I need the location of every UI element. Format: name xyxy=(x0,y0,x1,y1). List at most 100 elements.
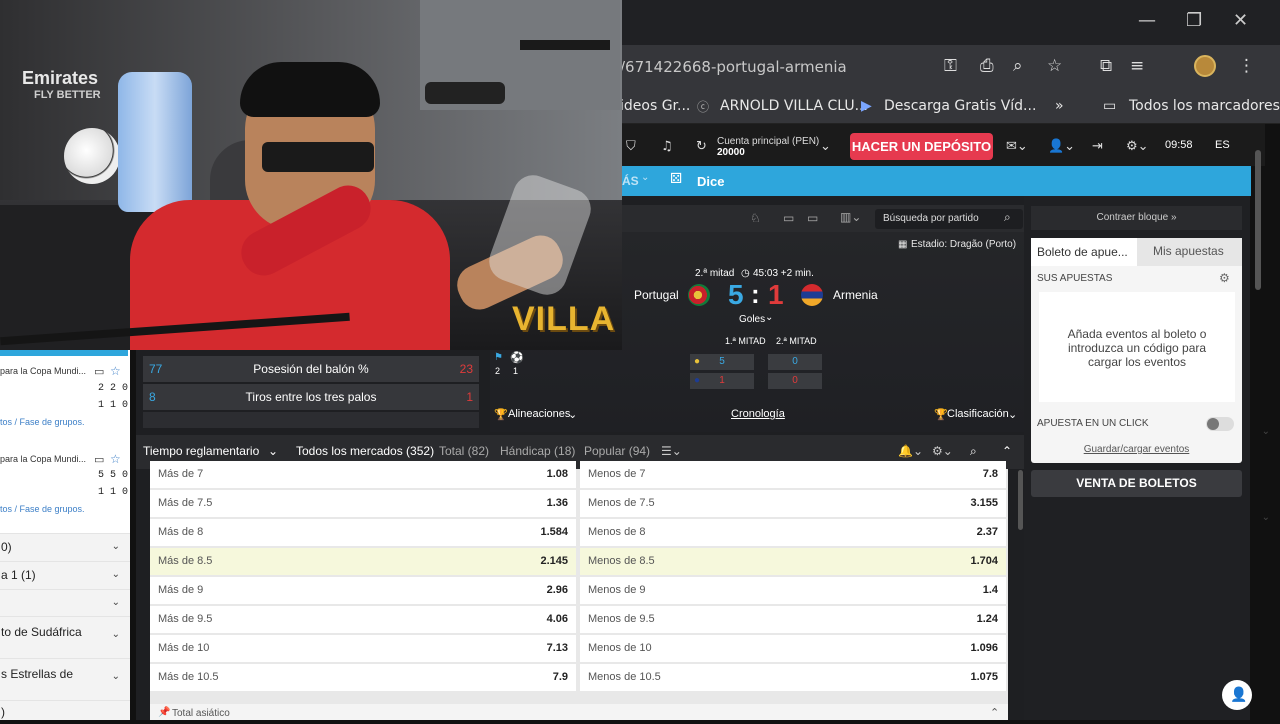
odds-cell-over[interactable]: Más de 7.5 1.36 xyxy=(150,490,576,517)
mail-icon[interactable]: ✉⌄ xyxy=(1006,139,1028,154)
key-icon[interactable]: ⚿ xyxy=(944,56,957,76)
minimize-icon[interactable]: — xyxy=(1138,10,1156,31)
tv-icon[interactable]: ▭ xyxy=(94,453,104,466)
list-menu-icon[interactable]: ☰⌄ xyxy=(661,444,682,458)
chevron-down-icon[interactable]: ⌄ xyxy=(765,312,773,323)
page-scrollbar[interactable] xyxy=(1255,150,1261,290)
tab-popular[interactable]: Popular (94) xyxy=(584,444,650,458)
chat-button[interactable]: 👤 xyxy=(1222,680,1252,710)
collapse-block-button[interactable]: Contraer bloque » xyxy=(1031,206,1242,230)
search-icon[interactable]: ⌕ xyxy=(1004,210,1011,225)
pin-icon[interactable]: 📌 xyxy=(158,707,170,718)
bookmark-videos[interactable]: ideos Gr... xyxy=(620,98,690,114)
tv-icon[interactable]: ▭ xyxy=(807,211,818,225)
settings-icon[interactable]: ⚙⌄ xyxy=(1126,139,1149,154)
standings-link[interactable]: Clasificación xyxy=(947,408,1009,420)
chevron-down-icon[interactable]: ⌄ xyxy=(1008,408,1017,421)
collapse-icon[interactable]: ⌃ xyxy=(1002,444,1012,458)
account-label[interactable]: Cuenta principal (PEN) xyxy=(717,136,819,147)
odds-cell-over[interactable]: Más de 8.5 2.145 xyxy=(150,548,576,575)
sidebar-league-row[interactable]: ) xyxy=(0,700,130,720)
period-selector[interactable]: Tiempo reglamentario xyxy=(143,444,259,458)
favorite-star-icon[interactable]: ☆ xyxy=(110,364,121,378)
save-load-events-link[interactable]: Guardar/cargar eventos xyxy=(1031,444,1242,455)
menu-icon[interactable]: ⋮ xyxy=(1238,56,1255,76)
settings-icon[interactable]: ⚙⌄ xyxy=(932,444,953,458)
match-search-input[interactable]: Búsqueda por partido xyxy=(875,209,1023,229)
url-text[interactable]: /671422668-portugal-armenia xyxy=(620,58,847,76)
language-selector[interactable]: ES xyxy=(1215,139,1230,151)
profile-avatar[interactable] xyxy=(1194,55,1216,77)
star-icon[interactable]: ☆ xyxy=(1047,56,1062,76)
extensions-icon[interactable]: ⧉ xyxy=(1100,56,1112,76)
goals-dropdown[interactable]: Goles xyxy=(739,314,765,325)
sell-tickets-button[interactable]: VENTA DE BOLETOS xyxy=(1031,470,1242,497)
account-chevron-icon[interactable]: ⌄ xyxy=(820,139,831,154)
restore-icon[interactable]: ❐ xyxy=(1186,10,1202,31)
odds-cell-under[interactable]: Menos de 7.5 3.155 xyxy=(580,490,1006,517)
sidebar-league-row[interactable]: to de Sudáfrica ⌄ xyxy=(0,616,130,658)
sidebar-league-row[interactable]: 0) ⌄ xyxy=(0,533,130,561)
odds-cell-over[interactable]: Más de 10.5 7.9 xyxy=(150,664,576,691)
chevron-down-icon[interactable]: ⌄ xyxy=(268,444,278,458)
sidebar-breadcrumb[interactable]: tos / Fase de grupos. xyxy=(0,417,85,427)
tab-total[interactable]: Total (82) xyxy=(439,444,489,458)
media-icon[interactable]: ≡ xyxy=(1130,56,1144,76)
install-icon[interactable]: ⎙ xyxy=(980,56,994,76)
chevron-down-icon[interactable]: ⌄ xyxy=(568,408,577,421)
timeline-link[interactable]: Cronología xyxy=(731,408,785,420)
account-balance[interactable]: 20000 xyxy=(717,147,745,158)
sidebar-event-title[interactable]: para la Copa Mundi... xyxy=(0,454,88,464)
zoom-icon[interactable]: ⌕ xyxy=(1013,56,1023,76)
sidebar-event-title[interactable]: para la Copa Mundi... xyxy=(0,366,88,376)
bookmark-arnold-villa[interactable]: ARNOLD VILLA CLU... xyxy=(720,98,868,114)
bookmark-descarga[interactable]: Descarga Gratis Víd... xyxy=(884,98,1036,114)
section-asian-total[interactable]: Total asiático xyxy=(150,704,1008,720)
chevron-down-icon[interactable]: ⌄ xyxy=(1262,426,1270,437)
one-click-toggle[interactable] xyxy=(1206,417,1234,431)
tab-all-markets[interactable]: Todos los mercados (352) xyxy=(296,444,434,458)
odds-cell-under[interactable]: Menos de 10 1.096 xyxy=(580,635,1006,662)
odds-cell-under[interactable]: Menos de 7 7.8 xyxy=(580,461,1006,488)
stats-chart-icon[interactable]: ▥⌄ xyxy=(840,210,861,224)
chevron-down-icon[interactable]: ⌄ xyxy=(1262,512,1270,523)
tab-handicap[interactable]: Hándicap (18) xyxy=(500,444,575,458)
chevron-up-icon[interactable]: ⌃ xyxy=(990,706,999,719)
lineups-link[interactable]: Alineaciones xyxy=(508,408,570,420)
bookmark-all[interactable]: Todos los marcadores xyxy=(1129,98,1280,114)
gear-icon[interactable]: ⚙ xyxy=(1219,271,1230,285)
bookmarks-overflow[interactable]: » xyxy=(1055,98,1064,114)
odds-cell-over[interactable]: Más de 8 1.584 xyxy=(150,519,576,546)
sidebar-breadcrumb[interactable]: tos / Fase de grupos. xyxy=(0,504,85,514)
search-icon[interactable]: ⌕ xyxy=(970,444,977,459)
close-icon[interactable]: ✕ xyxy=(1233,10,1248,31)
sidebar-league-row[interactable]: a 1 (1) ⌄ xyxy=(0,561,130,589)
bell-icon[interactable]: ♫ xyxy=(661,139,673,154)
refresh-icon[interactable]: ↻ xyxy=(696,139,707,154)
sidebar-league-row[interactable]: ⌄ xyxy=(0,589,130,616)
gift-icon[interactable]: ⛉ xyxy=(626,139,636,154)
odds-cell-under[interactable]: Menos de 8 2.37 xyxy=(580,519,1006,546)
odds-cell-over[interactable]: Más de 9 2.96 xyxy=(150,577,576,604)
nav-dice[interactable]: Dice xyxy=(697,174,724,189)
odds-cell-over[interactable]: Más de 10 7.13 xyxy=(150,635,576,662)
stream-icon[interactable]: ♘ xyxy=(750,211,761,225)
favorite-star-icon[interactable]: ☆ xyxy=(110,452,121,466)
user-icon[interactable]: 👤⌄ xyxy=(1048,139,1075,154)
nav-more[interactable]: ÁS xyxy=(622,174,639,188)
clock-time[interactable]: 09:58 xyxy=(1165,139,1193,151)
tv-icon[interactable]: ▭ xyxy=(94,365,104,378)
tab-betslip[interactable]: Boleto de apue... xyxy=(1031,238,1137,266)
odds-cell-under[interactable]: Menos de 10.5 1.075 xyxy=(580,664,1006,691)
tab-my-bets[interactable]: Mis apuestas xyxy=(1153,244,1224,258)
odds-cell-over[interactable]: Más de 7 1.08 xyxy=(150,461,576,488)
odds-cell-under[interactable]: Menos de 9 1.4 xyxy=(580,577,1006,604)
market-scrollbar[interactable] xyxy=(1018,470,1023,530)
odds-cell-over[interactable]: Más de 9.5 4.06 xyxy=(150,606,576,633)
deposit-button[interactable]: HACER UN DEPÓSITO xyxy=(850,133,993,160)
sidebar-league-row[interactable]: s Estrellas de ⌄ xyxy=(0,658,130,700)
odds-cell-under[interactable]: Menos de 9.5 1.24 xyxy=(580,606,1006,633)
bell-icon[interactable]: 🔔⌄ xyxy=(898,444,923,458)
window-icon[interactable]: ▭ xyxy=(783,211,794,225)
logout-icon[interactable]: ⇥ xyxy=(1092,139,1103,154)
